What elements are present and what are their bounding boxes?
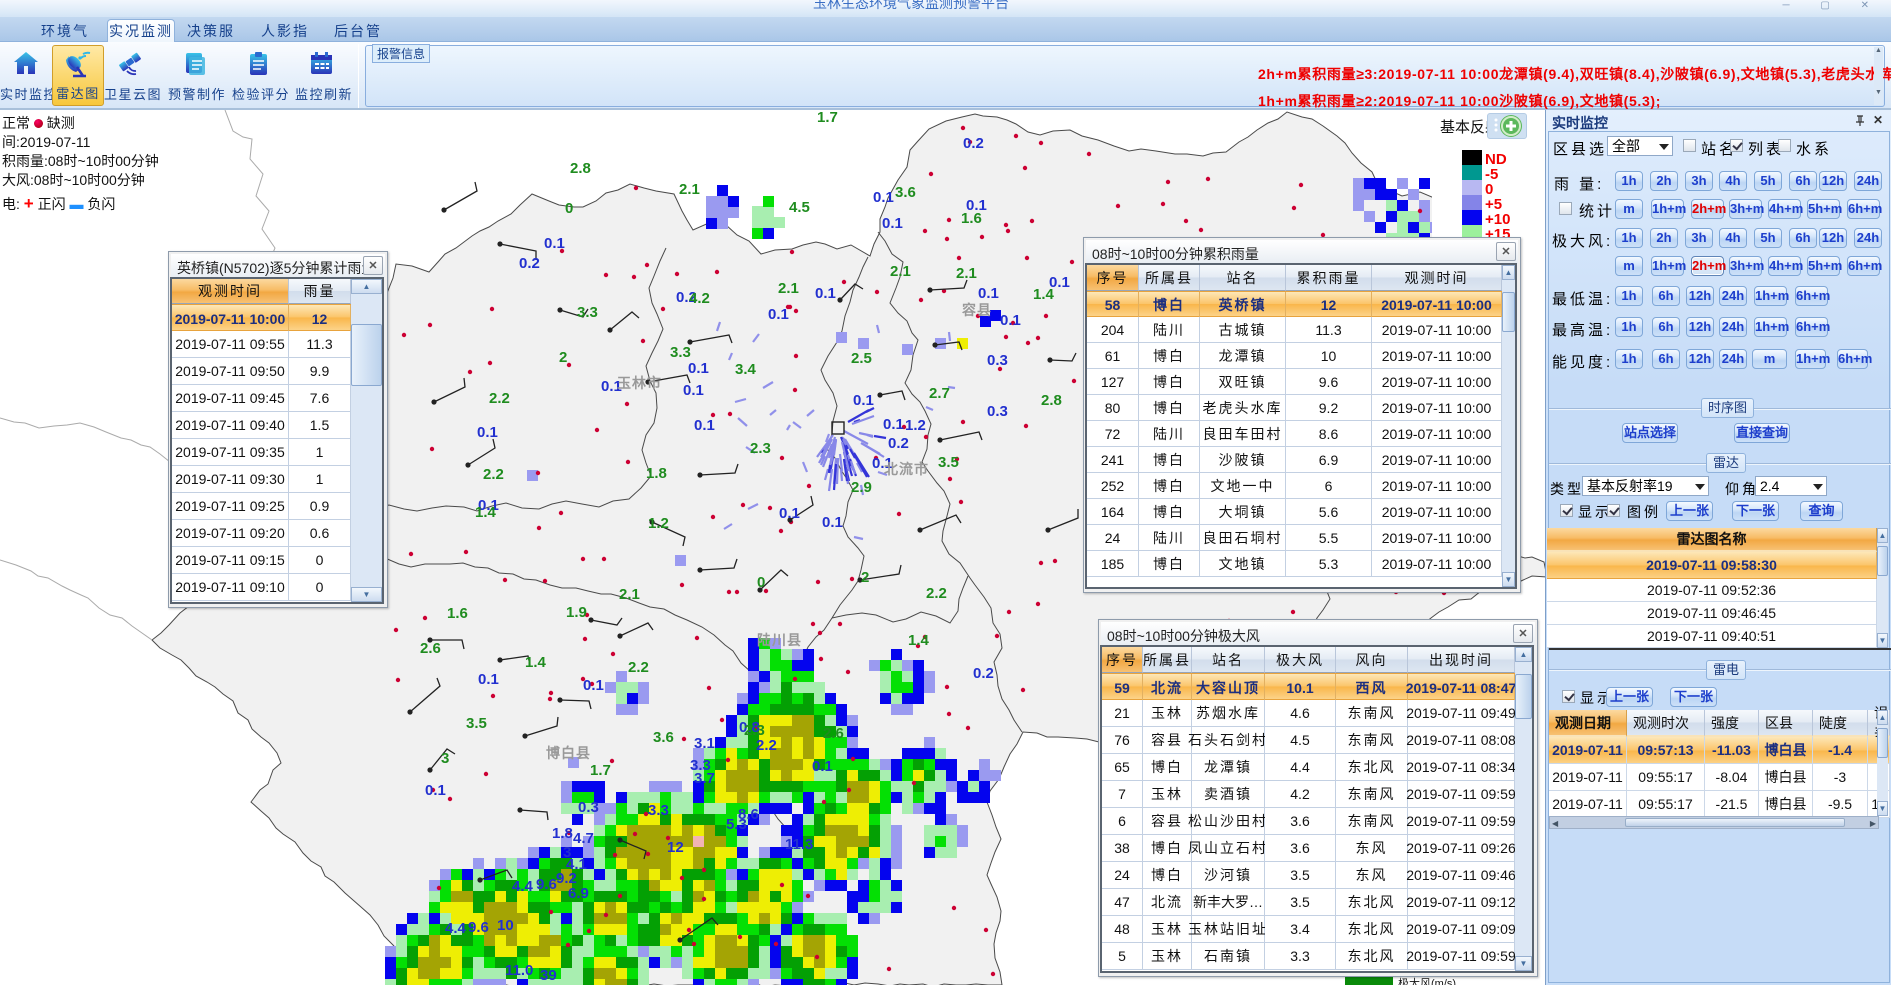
svg-text:4.7: 4.7 bbox=[573, 830, 594, 847]
svg-text:0.1: 0.1 bbox=[812, 758, 833, 775]
svg-text:9.6: 9.6 bbox=[536, 876, 557, 893]
svg-text:2.1: 2.1 bbox=[890, 263, 911, 280]
svg-text:3.5: 3.5 bbox=[938, 454, 959, 471]
svg-text:0: 0 bbox=[757, 574, 765, 591]
svg-text:0.1: 0.1 bbox=[883, 416, 904, 433]
svg-text:1.8: 1.8 bbox=[646, 465, 667, 482]
svg-text:1.8: 1.8 bbox=[552, 825, 573, 842]
svg-text:2.2: 2.2 bbox=[756, 737, 777, 754]
svg-text:0.2: 0.2 bbox=[888, 435, 909, 452]
svg-text:12: 12 bbox=[667, 839, 684, 856]
svg-text:2.9: 2.9 bbox=[851, 479, 872, 496]
svg-text:3.3: 3.3 bbox=[670, 344, 691, 361]
svg-text:0.3: 0.3 bbox=[987, 403, 1008, 420]
svg-text:博白县: 博白县 bbox=[546, 745, 591, 761]
svg-text:3.4: 3.4 bbox=[735, 361, 757, 378]
svg-text:3.6: 3.6 bbox=[895, 184, 916, 201]
svg-text:4.4: 4.4 bbox=[445, 920, 467, 937]
svg-text:3: 3 bbox=[441, 750, 449, 767]
svg-text:2.2: 2.2 bbox=[483, 466, 504, 483]
svg-text:0.1: 0.1 bbox=[978, 285, 999, 302]
svg-text:2.1: 2.1 bbox=[956, 265, 977, 282]
svg-text:容县: 容县 bbox=[961, 302, 992, 318]
svg-text:2.1: 2.1 bbox=[619, 586, 640, 603]
svg-text:11.3: 11.3 bbox=[785, 836, 813, 853]
svg-text:2.3: 2.3 bbox=[750, 440, 771, 457]
svg-text:2.2: 2.2 bbox=[628, 659, 649, 676]
svg-text:4.2: 4.2 bbox=[689, 290, 710, 307]
svg-text:3.3: 3.3 bbox=[577, 304, 598, 321]
svg-text:0.1: 0.1 bbox=[478, 671, 499, 688]
svg-text:2: 2 bbox=[861, 569, 869, 586]
svg-text:0.3: 0.3 bbox=[578, 799, 599, 816]
svg-text:1.9: 1.9 bbox=[566, 604, 587, 621]
svg-text:2.8: 2.8 bbox=[570, 160, 591, 177]
svg-text:0.1: 0.1 bbox=[873, 189, 894, 206]
svg-text:2.7: 2.7 bbox=[929, 385, 950, 402]
svg-text:玉林市: 玉林市 bbox=[617, 375, 662, 391]
svg-text:1.4: 1.4 bbox=[525, 654, 547, 671]
svg-text:0.1: 0.1 bbox=[583, 677, 604, 694]
svg-text:0.1: 0.1 bbox=[882, 215, 903, 232]
svg-text:1.6: 1.6 bbox=[447, 605, 468, 622]
svg-text:2.1: 2.1 bbox=[778, 280, 799, 297]
svg-text:3.1: 3.1 bbox=[694, 735, 715, 752]
svg-text:0.1: 0.1 bbox=[1000, 312, 1021, 329]
svg-text:3.5: 3.5 bbox=[466, 715, 487, 732]
svg-text:0.1: 0.1 bbox=[683, 382, 704, 399]
svg-text:0.2: 0.2 bbox=[519, 255, 540, 272]
svg-text:0.1: 0.1 bbox=[768, 306, 789, 323]
svg-text:0.1: 0.1 bbox=[425, 782, 446, 799]
svg-text:2.1: 2.1 bbox=[679, 181, 700, 198]
svg-text:1.7: 1.7 bbox=[590, 762, 611, 779]
svg-text:3.6: 3.6 bbox=[653, 729, 674, 746]
svg-text:1.2: 1.2 bbox=[905, 417, 926, 434]
svg-text:10: 10 bbox=[497, 917, 514, 934]
svg-text:2.3: 2.3 bbox=[744, 722, 765, 739]
svg-text:1.2: 1.2 bbox=[648, 515, 669, 532]
svg-text:2.6: 2.6 bbox=[420, 640, 441, 657]
svg-text:0.1: 0.1 bbox=[544, 235, 565, 252]
svg-text:1.4: 1.4 bbox=[475, 504, 497, 521]
svg-text:2: 2 bbox=[559, 349, 567, 366]
svg-text:0.2: 0.2 bbox=[973, 665, 994, 682]
svg-text:1.7: 1.7 bbox=[817, 110, 838, 126]
svg-text:0.2: 0.2 bbox=[963, 135, 984, 152]
svg-text:11.0: 11.0 bbox=[505, 962, 533, 979]
svg-text:5.3: 5.3 bbox=[726, 816, 747, 833]
svg-text:0.3: 0.3 bbox=[987, 352, 1008, 369]
svg-text:2.2: 2.2 bbox=[926, 585, 947, 602]
svg-text:1.6: 1.6 bbox=[961, 210, 982, 227]
svg-text:0.1: 0.1 bbox=[815, 285, 836, 302]
svg-text:0.1: 0.1 bbox=[853, 392, 874, 409]
svg-text:4.4: 4.4 bbox=[512, 878, 534, 895]
svg-text:3.7: 3.7 bbox=[694, 770, 715, 787]
svg-text:0.1: 0.1 bbox=[688, 360, 709, 377]
svg-text:北流市: 北流市 bbox=[884, 461, 929, 477]
svg-text:1.4: 1.4 bbox=[908, 632, 930, 649]
svg-text:3.3: 3.3 bbox=[648, 802, 669, 819]
svg-text:9.6: 9.6 bbox=[468, 919, 489, 936]
svg-text:0.1: 0.1 bbox=[822, 514, 843, 531]
svg-text:2.2: 2.2 bbox=[489, 390, 510, 407]
svg-text:4.5: 4.5 bbox=[789, 199, 810, 216]
svg-text:2.8: 2.8 bbox=[1041, 392, 1062, 409]
svg-text:2.5: 2.5 bbox=[851, 350, 872, 367]
svg-text:0.1: 0.1 bbox=[779, 505, 800, 522]
svg-text:1.4: 1.4 bbox=[1033, 286, 1055, 303]
svg-text:陆川县: 陆川县 bbox=[757, 632, 802, 648]
svg-text:0: 0 bbox=[565, 200, 573, 217]
svg-text:6.9: 6.9 bbox=[568, 885, 589, 902]
svg-text:0.1: 0.1 bbox=[694, 417, 715, 434]
svg-text:2.6: 2.6 bbox=[823, 725, 844, 742]
svg-text:0.1: 0.1 bbox=[477, 424, 498, 441]
svg-text:39: 39 bbox=[540, 967, 557, 984]
